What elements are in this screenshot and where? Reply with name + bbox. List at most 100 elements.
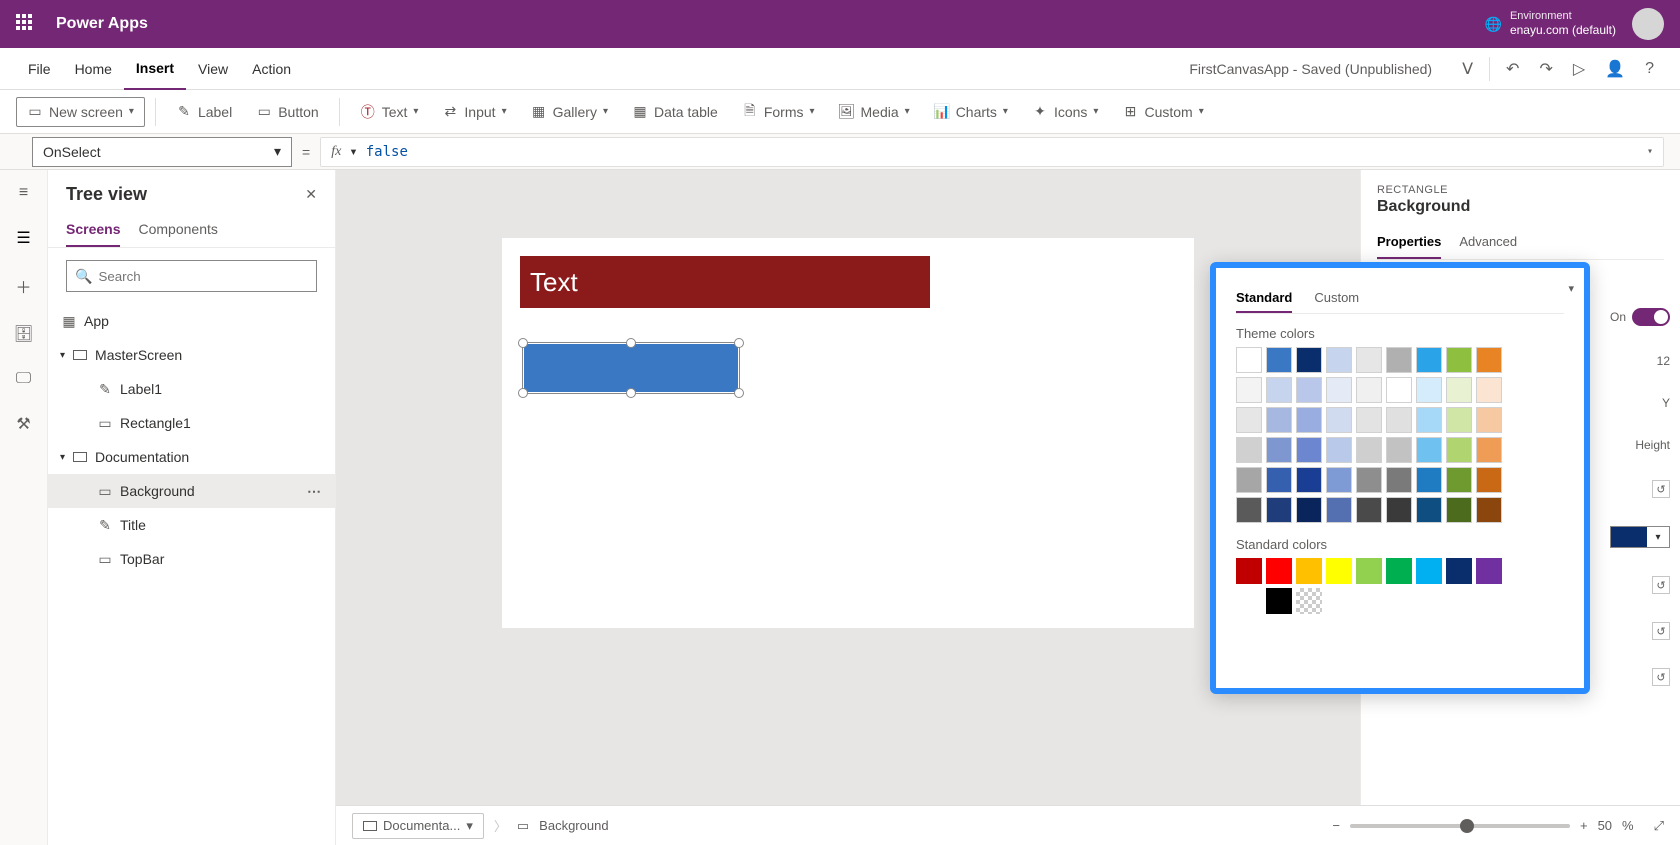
tree-view-icon[interactable]: ☰ — [16, 228, 30, 248]
color-swatch[interactable] — [1416, 437, 1442, 463]
share-icon[interactable]: 👤 — [1595, 59, 1635, 79]
color-swatch[interactable] — [1266, 558, 1292, 584]
custom-menu[interactable]: ⊞Custom▾ — [1112, 98, 1213, 126]
color-swatch[interactable] — [1386, 437, 1412, 463]
color-swatch[interactable] — [1296, 347, 1322, 373]
hamburger-icon[interactable]: ≡ — [19, 184, 28, 202]
environment-picker[interactable]: Environment enayu.com (default) — [1510, 10, 1616, 38]
property-dropdown[interactable]: OnSelect ▾ — [32, 137, 292, 167]
fit-screen-icon[interactable]: ⤢ — [1654, 818, 1664, 834]
color-swatch[interactable] — [1326, 437, 1352, 463]
color-swatch[interactable] — [1266, 377, 1292, 403]
reset-icon[interactable]: ↺ — [1652, 480, 1670, 498]
color-swatch[interactable] — [1236, 497, 1262, 523]
color-swatch[interactable] — [1476, 497, 1502, 523]
color-swatch[interactable] — [1476, 347, 1502, 373]
color-swatch[interactable] — [1446, 558, 1472, 584]
insert-icon[interactable]: ＋ — [15, 274, 31, 298]
background-shape[interactable] — [524, 344, 738, 392]
color-swatch[interactable] — [1356, 347, 1382, 373]
color-swatch[interactable] — [1416, 467, 1442, 493]
color-swatch[interactable] — [1236, 437, 1262, 463]
color-swatch[interactable] — [1356, 558, 1382, 584]
color-swatch[interactable] — [1356, 437, 1382, 463]
color-swatch[interactable] — [1356, 497, 1382, 523]
menu-home[interactable]: Home — [63, 48, 124, 90]
color-swatch[interactable] — [1236, 377, 1262, 403]
play-icon[interactable]: ▷ — [1563, 59, 1595, 79]
color-swatch[interactable] — [1296, 377, 1322, 403]
color-swatch[interactable] — [1236, 407, 1262, 433]
forms-menu[interactable]: 🗎Forms▾ — [732, 98, 825, 126]
color-swatch[interactable] — [1356, 467, 1382, 493]
avatar[interactable] — [1632, 8, 1664, 40]
color-swatch[interactable] — [1326, 467, 1352, 493]
color-swatch[interactable] — [1446, 377, 1472, 403]
color-swatch[interactable] — [1446, 407, 1472, 433]
breadcrumb-control[interactable]: Background — [539, 818, 608, 833]
menu-action[interactable]: Action — [240, 48, 303, 90]
label-button[interactable]: ✎Label — [166, 98, 242, 126]
new-screen-button[interactable]: ▭ New screen ▾ — [16, 97, 145, 127]
color-swatch[interactable] — [1266, 407, 1292, 433]
color-swatch[interactable] — [1476, 558, 1502, 584]
menu-view[interactable]: View — [186, 48, 240, 90]
close-icon[interactable]: ✕ — [305, 186, 317, 203]
color-swatch[interactable] — [1386, 467, 1412, 493]
search-input[interactable] — [98, 269, 308, 284]
tab-components[interactable]: Components — [138, 213, 217, 247]
color-swatch[interactable] — [1266, 467, 1292, 493]
color-swatch[interactable] — [1476, 377, 1502, 403]
tools-icon[interactable]: ⚒ — [16, 414, 30, 434]
zoom-slider[interactable] — [1350, 824, 1570, 828]
color-swatch[interactable] — [1296, 588, 1322, 614]
gallery-menu[interactable]: ▦Gallery▾ — [521, 98, 618, 126]
app-checker-icon[interactable]: ᐯ — [1452, 59, 1483, 79]
color-swatch[interactable] — [1326, 347, 1352, 373]
undo-icon[interactable]: ↶ — [1496, 59, 1529, 79]
color-swatch[interactable] — [1356, 377, 1382, 403]
artboard[interactable]: Text — [502, 238, 1194, 628]
reset-icon[interactable]: ↺ — [1652, 576, 1670, 594]
color-swatch[interactable] — [1326, 407, 1352, 433]
tree-node-masterscreen[interactable]: ▾MasterScreen — [48, 338, 335, 372]
expand-formula-icon[interactable]: ▾ — [1647, 146, 1653, 157]
color-swatch-button[interactable]: ▾ — [1610, 526, 1670, 548]
color-swatch[interactable] — [1326, 377, 1352, 403]
tab-advanced[interactable]: Advanced — [1459, 226, 1517, 259]
color-swatch[interactable] — [1476, 467, 1502, 493]
color-swatch[interactable] — [1416, 377, 1442, 403]
icons-menu[interactable]: ✦Icons▾ — [1022, 98, 1109, 126]
zoom-knob[interactable] — [1460, 819, 1474, 833]
color-swatch[interactable] — [1386, 558, 1412, 584]
on-toggle[interactable] — [1632, 308, 1670, 326]
tree-node-label1[interactable]: ✎Label1 — [48, 372, 335, 406]
color-swatch[interactable] — [1236, 588, 1262, 614]
color-swatch[interactable] — [1386, 497, 1412, 523]
menu-insert[interactable]: Insert — [124, 48, 186, 90]
more-icon[interactable]: ⋯ — [307, 483, 323, 500]
color-swatch[interactable] — [1416, 558, 1442, 584]
color-swatch[interactable] — [1416, 407, 1442, 433]
color-swatch[interactable] — [1416, 497, 1442, 523]
color-swatch[interactable] — [1266, 437, 1292, 463]
zoom-out-button[interactable]: − — [1332, 818, 1340, 833]
input-menu[interactable]: ⇄Input▾ — [432, 98, 516, 126]
picker-tab-standard[interactable]: Standard — [1236, 284, 1292, 313]
reset-icon[interactable]: ↺ — [1652, 668, 1670, 686]
tree-node-app[interactable]: ▦App — [48, 304, 335, 338]
tab-properties[interactable]: Properties — [1377, 226, 1441, 259]
tree-node-background[interactable]: ▭Background⋯ — [48, 474, 335, 508]
color-swatch[interactable] — [1236, 467, 1262, 493]
color-swatch[interactable] — [1266, 347, 1292, 373]
app-launcher-icon[interactable] — [16, 14, 36, 34]
color-swatch[interactable] — [1296, 558, 1322, 584]
data-table-button[interactable]: ▦Data table — [622, 98, 728, 126]
color-swatch[interactable] — [1266, 588, 1292, 614]
media-menu[interactable]: 🖼Media▾ — [829, 98, 920, 126]
media-rail-icon[interactable]: 🖵 — [16, 370, 31, 388]
color-swatch[interactable] — [1266, 497, 1292, 523]
breadcrumb-screen[interactable]: Documenta... ▾ — [352, 813, 484, 839]
tree-node-rectangle1[interactable]: ▭Rectangle1 — [48, 406, 335, 440]
color-swatch[interactable] — [1296, 497, 1322, 523]
